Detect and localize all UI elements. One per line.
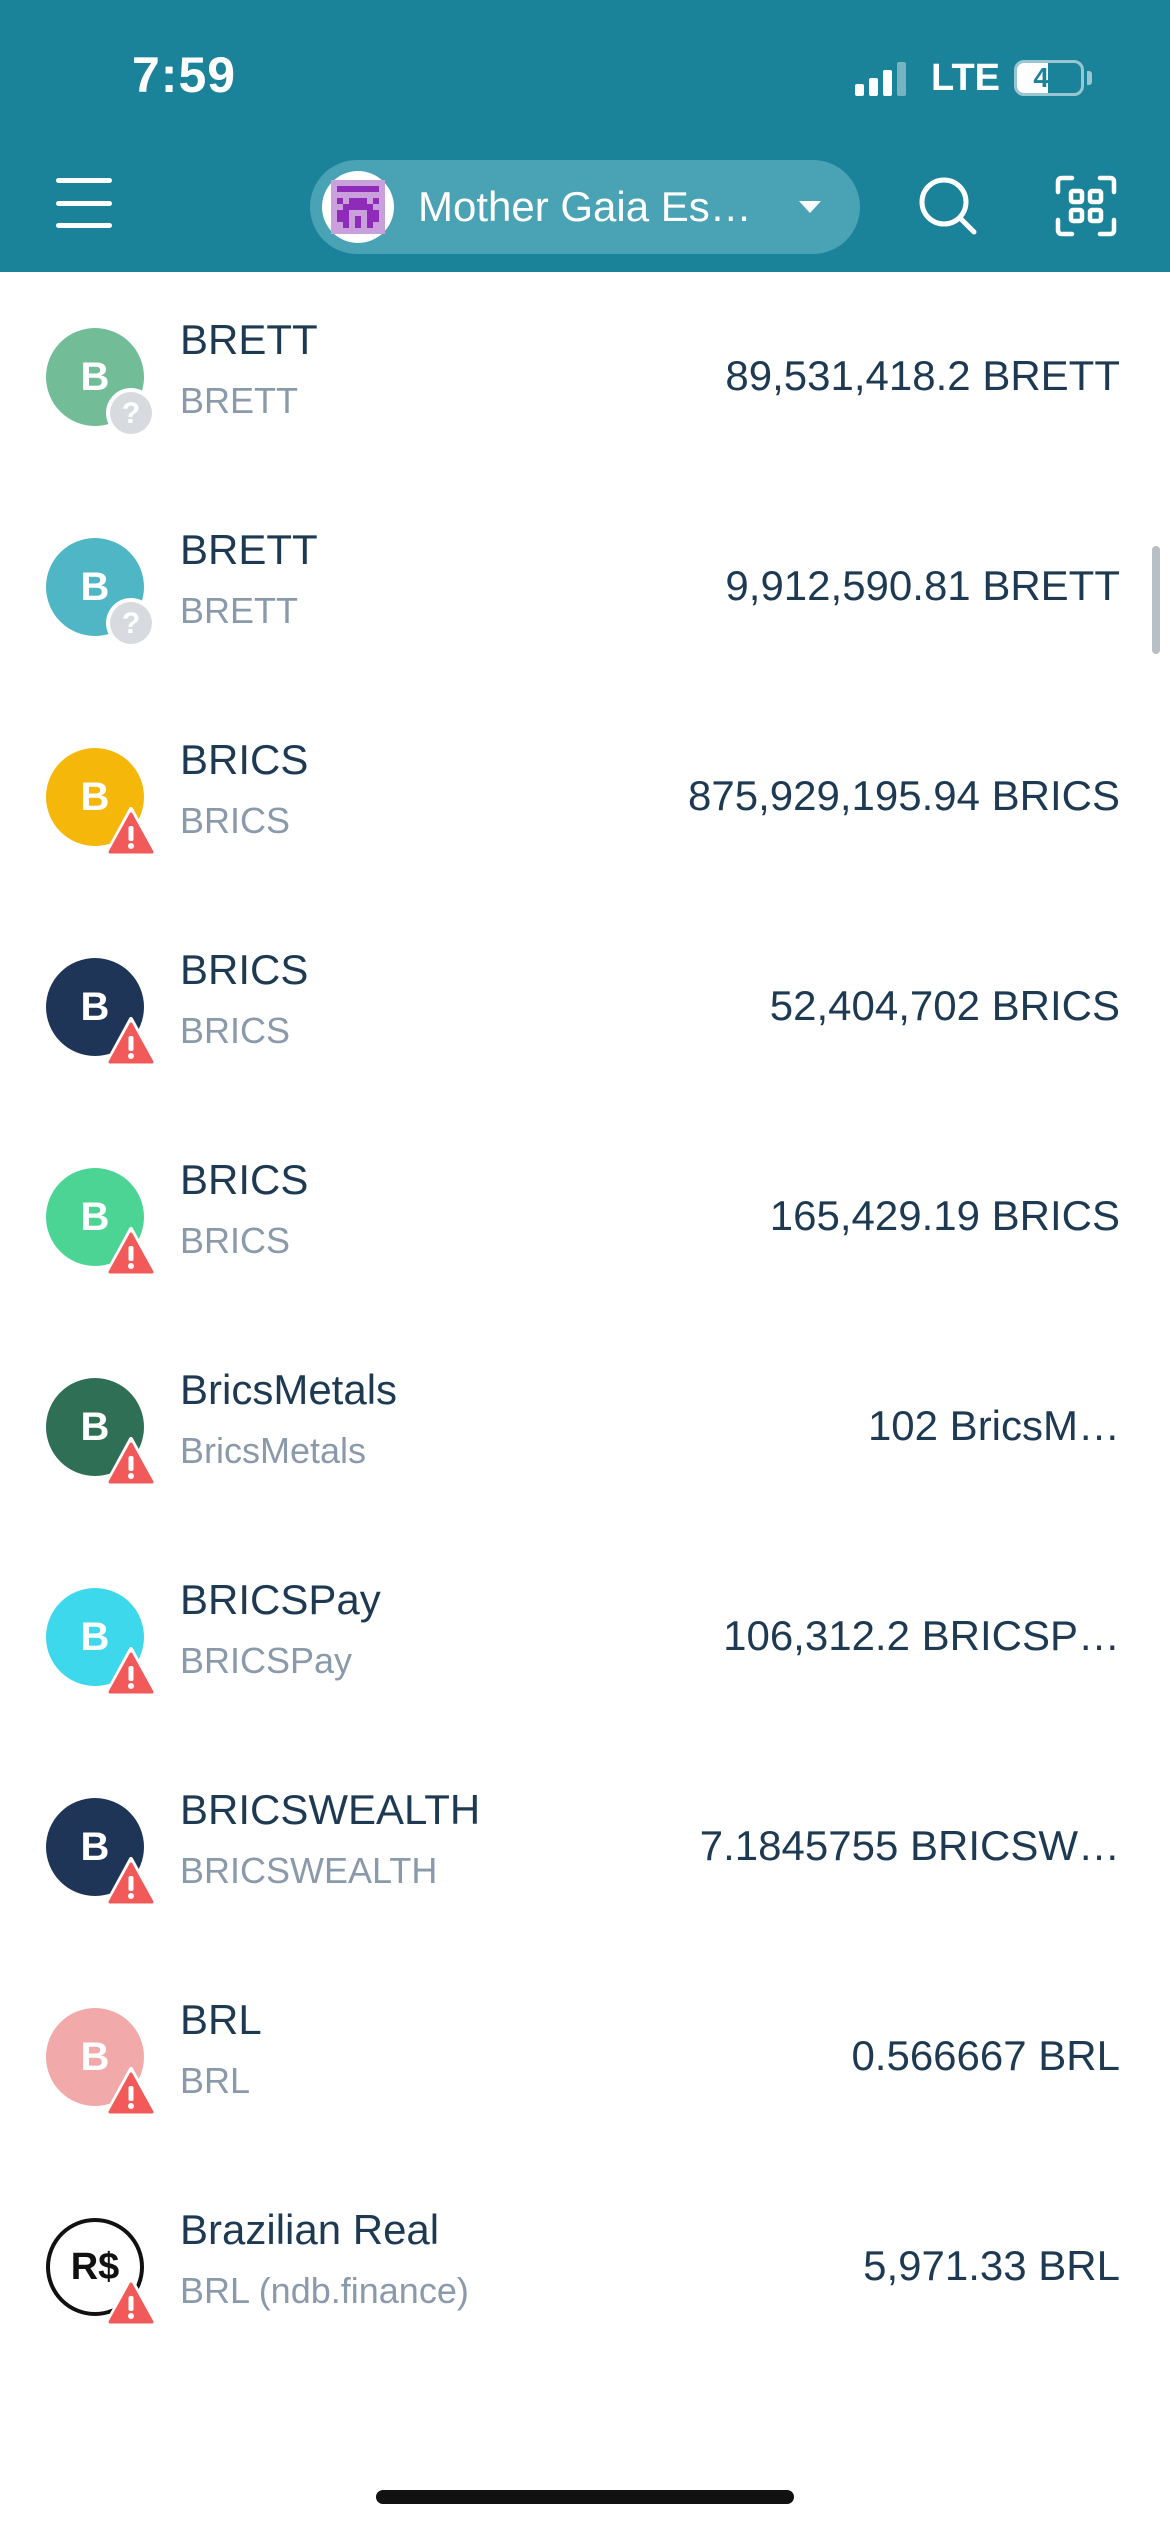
hamburger-menu-icon[interactable] [56, 178, 112, 228]
token-name: BRICSWEALTH [180, 1786, 481, 1833]
token-symbol: BRICS [180, 1010, 291, 1051]
token-name: BricsMetals [180, 1366, 398, 1413]
warning-icon [104, 1857, 158, 1907]
token-balance: 5,971.33 BRL [863, 2242, 1120, 2289]
token-symbol: BRL (ndb.finance) [180, 2270, 469, 2311]
token-row[interactable]: B BRL BRL 0.566667 BRL [0, 1952, 1170, 2162]
status-indicators: LTE 49 [855, 56, 1092, 100]
network-type: LTE [931, 56, 1000, 99]
token-balance: 52,404,702 BRICS [769, 982, 1120, 1029]
status-time: 7:59 [132, 47, 237, 103]
token-balance: 102 BricsM… [867, 1402, 1120, 1449]
token-balance: 9,912,590.81 BRETT [725, 562, 1120, 609]
token-row[interactable]: B BRICS BRICS 165,429.19 BRICS [0, 1112, 1170, 1322]
token-name: BRICS [180, 946, 309, 993]
svg-text:?: ? [122, 607, 140, 640]
token-name: BRL [180, 1996, 262, 2043]
token-name: BRETT [180, 526, 318, 573]
token-symbol: BRL [180, 2060, 251, 2101]
token-balance: 0.566667 BRL [851, 2032, 1120, 2079]
token-symbol: BRETT [180, 590, 299, 631]
warning-icon [104, 2277, 158, 2327]
token-symbol: BricsMetals [180, 1430, 367, 1471]
warning-icon [104, 1227, 158, 1277]
battery-icon: 49 [1014, 60, 1084, 96]
warning-icon [104, 1017, 158, 1067]
warning-icon [104, 1437, 158, 1487]
token-symbol: BRICSWEALTH [180, 1850, 438, 1891]
token-symbol: BRICSPay [180, 1640, 353, 1681]
token-row[interactable]: B BricsMetals BricsMetals 102 BricsM… [0, 1322, 1170, 1532]
unverified-question-icon: ? [106, 598, 156, 648]
chevron-down-icon [799, 201, 821, 213]
token-symbol: BRETT [180, 380, 299, 421]
token-name: BRICS [180, 736, 309, 783]
token-name: Brazilian Real [180, 2206, 440, 2253]
unverified-question-icon: ? [106, 388, 156, 438]
warning-icon [104, 807, 158, 857]
wallet-avatar-icon [322, 171, 394, 243]
token-row[interactable]: R$ Brazilian Real BRL (ndb.finance) 5,971.3… [0, 2162, 1170, 2372]
cellular-signal-icon [855, 60, 911, 96]
warning-icon [104, 2067, 158, 2117]
token-row[interactable]: B BRICS BRICS 52,404,702 BRICS [0, 902, 1170, 1112]
token-balance: 165,429.19 BRICS [769, 1192, 1120, 1239]
token-name: BRICSPay [180, 1576, 381, 1623]
warning-icon [104, 1647, 158, 1697]
battery-percent: 49 [1033, 62, 1065, 93]
qr-scan-icon[interactable] [1054, 174, 1118, 238]
token-row[interactable]: B BRICSWEALTH BRICSWEALTH 7.1845755 BRICSW… [0, 1742, 1170, 1952]
scrollbar[interactable] [1152, 546, 1160, 654]
search-icon[interactable] [916, 174, 980, 238]
token-list: B? BRETT BRETT 89,531,418.2 BRETT B? BRETT BRE… [0, 272, 1170, 2372]
token-symbol: BRICS [180, 1220, 291, 1261]
token-row[interactable]: B? BRETT BRETT 89,531,418.2 BRETT [0, 272, 1170, 482]
app-header: 7:59 LTE 49 Mother Gaia Es… [0, 0, 1170, 272]
token-name: BRETT [180, 316, 318, 363]
token-balance: 89,531,418.2 BRETT [725, 352, 1120, 399]
svg-text:?: ? [122, 397, 140, 430]
token-row[interactable]: B BRICSPay BRICSPay 106,312.2 BRICSP… [0, 1532, 1170, 1742]
wallet-name: Mother Gaia Es… [418, 183, 752, 230]
token-row[interactable]: B? BRETT BRETT 9,912,590.81 BRETT [0, 482, 1170, 692]
token-balance: 875,929,195.94 BRICS [688, 772, 1120, 819]
token-row[interactable]: B BRICS BRICS 875,929,195.94 BRICS [0, 692, 1170, 902]
wallet-selector[interactable]: Mother Gaia Es… [310, 160, 860, 254]
token-balance: 106,312.2 BRICSP… [723, 1612, 1120, 1659]
token-symbol: BRICS [180, 800, 291, 841]
home-indicator[interactable] [376, 2490, 794, 2504]
token-balance: 7.1845755 BRICSW… [699, 1822, 1120, 1869]
token-name: BRICS [180, 1156, 309, 1203]
battery-nub [1087, 71, 1092, 85]
